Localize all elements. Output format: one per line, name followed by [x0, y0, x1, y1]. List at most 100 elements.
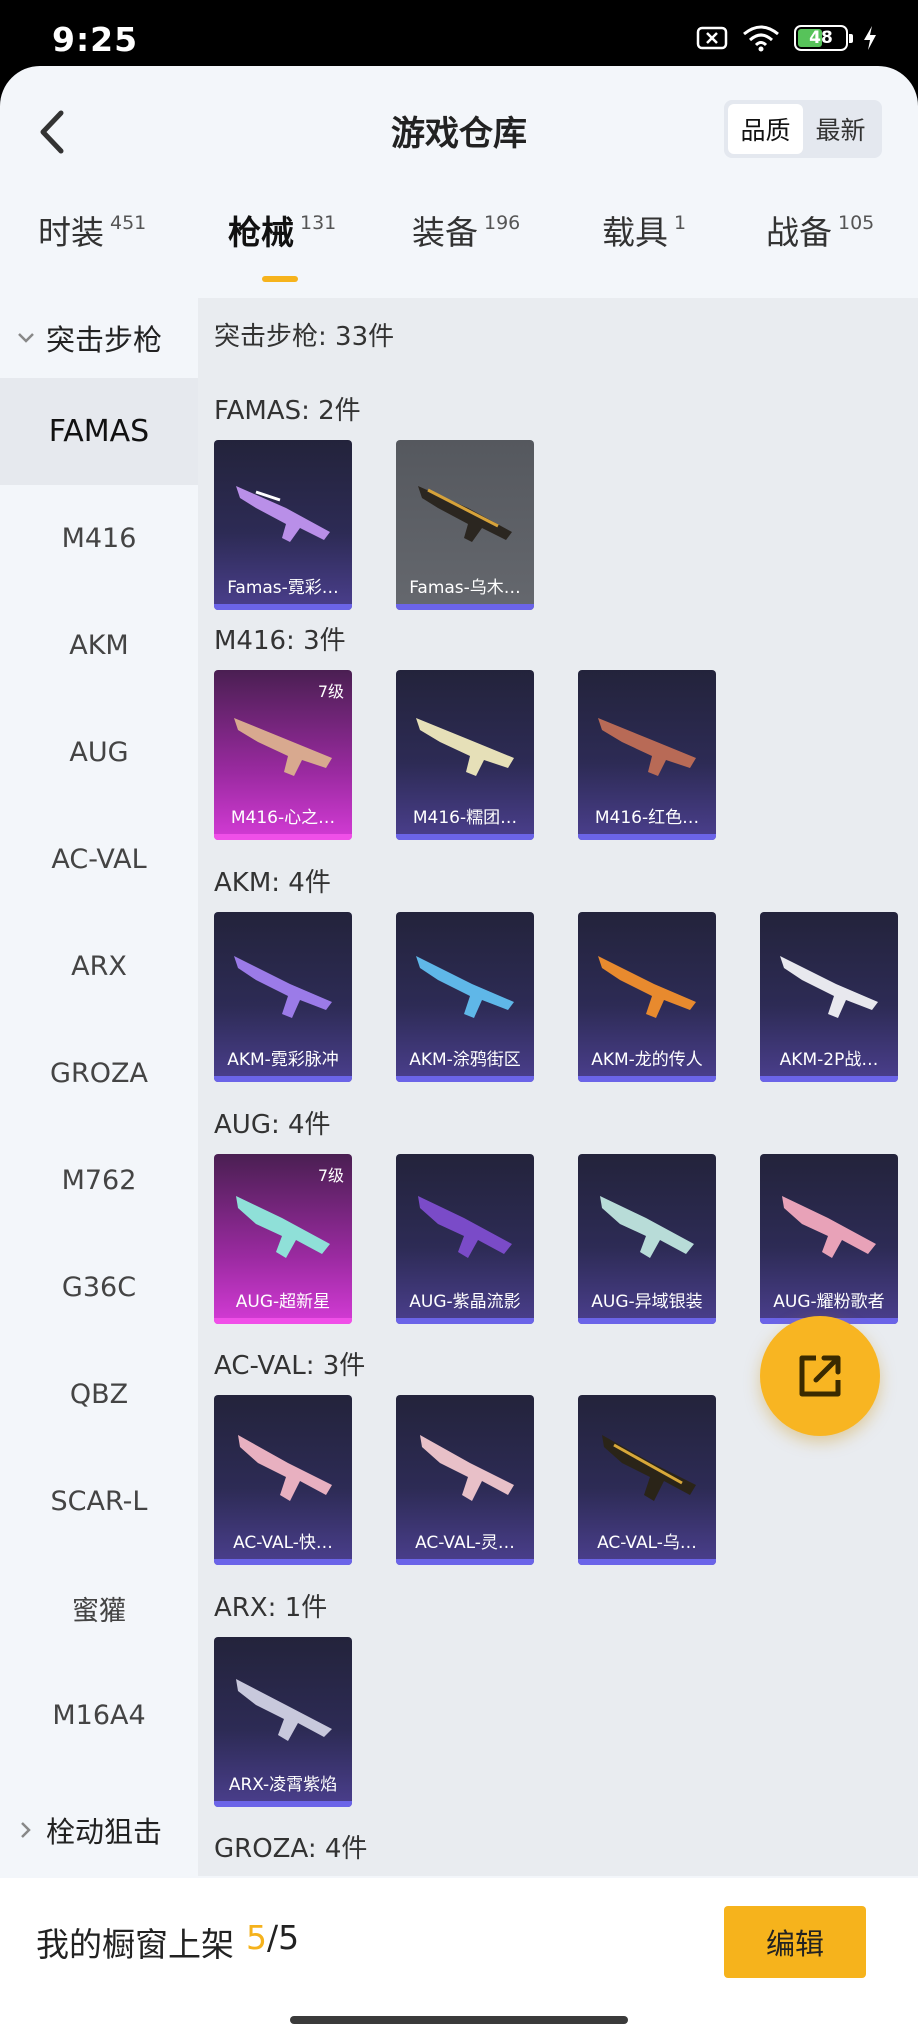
back-button[interactable] — [22, 102, 82, 162]
section-title: AC-VAL: 3件 — [214, 1351, 366, 1381]
system-icons: 48 — [696, 24, 878, 52]
sort-by-quality[interactable]: 品质 — [728, 104, 803, 154]
tab-guns[interactable]: 枪械 131 — [228, 206, 336, 296]
rifle-skin-image — [236, 1679, 332, 1741]
tab-equipment[interactable]: 装备 196 — [412, 206, 520, 296]
edit-button[interactable]: 编辑 — [724, 1906, 866, 1978]
tab-label: 装备 — [412, 213, 478, 252]
rarity-bar — [578, 1318, 716, 1324]
weapon-card-name: AUG-超新星 — [235, 1292, 331, 1312]
chevron-right-icon — [21, 1822, 31, 1838]
sidebar-item-arx[interactable]: ARX — [0, 913, 198, 1020]
sidebar-item-m16a4[interactable]: M16A4 — [0, 1662, 198, 1769]
sort-toggle: 品质 最新 — [724, 100, 882, 158]
rarity-bar — [578, 1076, 716, 1082]
showcase-status: 我的橱窗上架 5 /5 — [36, 1918, 299, 1966]
rifle-skin-image — [416, 956, 514, 1018]
rarity-bar — [760, 1076, 898, 1082]
weapon-card[interactable]: AKM-龙的传人 — [578, 912, 716, 1082]
weapon-card-name: AC-VAL-快… — [233, 1533, 333, 1553]
tab-battle-gear[interactable]: 战备 105 — [766, 206, 874, 296]
tab-count: 1 — [674, 212, 687, 234]
section-title: ARX: 1件 — [214, 1593, 328, 1623]
weapon-card[interactable]: AUG-紫晶流影 — [396, 1154, 534, 1324]
weapon-card[interactable]: AKM-涂鸦街区 — [396, 912, 534, 1082]
weapon-card[interactable]: M416-红色… — [578, 670, 716, 840]
battery-level: 48 — [809, 28, 833, 48]
share-button[interactable] — [760, 1316, 880, 1436]
sidebar-item-m416[interactable]: M416 — [0, 485, 198, 592]
weapon-card[interactable]: ARX-凌霄紫焰 — [214, 1637, 352, 1807]
rifle-skin-image — [780, 956, 878, 1018]
sidebar-item-groza[interactable]: GROZA — [0, 1020, 198, 1127]
rifle-skin-image — [420, 1435, 514, 1501]
tab-label: 时装 — [38, 213, 104, 252]
weapon-card-name: M416-糯团… — [412, 808, 518, 828]
weapon-card[interactable]: 7级 AUG-超新星 — [214, 1154, 352, 1324]
sidebar-item-akm[interactable]: AKM — [0, 592, 198, 699]
section-title: AKM: 4件 — [214, 868, 331, 898]
tab-label: 枪械 — [228, 213, 294, 252]
sort-by-newest[interactable]: 最新 — [803, 104, 878, 154]
weapon-card-name: AKM-2P战… — [779, 1050, 879, 1070]
rifle-skin-image — [236, 486, 330, 542]
tab-label: 战备 — [766, 213, 832, 252]
rarity-bar — [396, 1076, 534, 1082]
weapon-card[interactable]: 7级 M416-心之… — [214, 670, 352, 840]
weapon-card[interactable]: AC-VAL-乌… — [578, 1395, 716, 1565]
tab-count: 105 — [838, 212, 875, 234]
rifle-skin-image — [598, 956, 696, 1018]
sidebar-item-scar-l[interactable]: SCAR-L — [0, 1448, 198, 1555]
tab-vehicles[interactable]: 载具 1 — [602, 206, 686, 296]
back-arrow-icon — [40, 110, 64, 154]
category-tabs: 时装 451 枪械 131 装备 196 载具 1 战备 105 — [0, 206, 918, 296]
category-label: 栓动狙击 — [46, 1815, 163, 1849]
weapon-card-name: AC-VAL-灵… — [415, 1533, 515, 1553]
rifle-skin-image — [782, 1196, 876, 1258]
sidebar-item-m762[interactable]: M762 — [0, 1127, 198, 1234]
weapon-card-name: M416-红色… — [594, 808, 700, 828]
weapon-card-name: AUG-异域银装 — [591, 1292, 703, 1312]
weapon-sidebar: 突击步枪 FAMAS M416 AKM AUG AC-VAL ARX GROZA… — [0, 298, 198, 1876]
weapon-card[interactable]: AKM-2P战… — [760, 912, 898, 1082]
weapon-card-name: AKM-龙的传人 — [591, 1050, 703, 1070]
weapon-card[interactable]: AC-VAL-快… — [214, 1395, 352, 1565]
sidebar-item-qbz[interactable]: QBZ — [0, 1341, 198, 1448]
rarity-bar — [396, 834, 534, 840]
rifle-skin-image — [418, 486, 512, 542]
weapon-card-name: AC-VAL-乌… — [597, 1533, 697, 1553]
home-indicator[interactable] — [290, 2016, 628, 2024]
rifle-skin-image — [236, 1196, 330, 1258]
weapon-card[interactable]: Famas-霓彩… — [214, 440, 352, 610]
category-summary: 突击步枪: 33件 — [214, 322, 395, 352]
rarity-bar — [578, 1559, 716, 1565]
rarity-bar — [214, 1076, 352, 1082]
category-assault-rifles[interactable]: 突击步枪 — [0, 298, 198, 378]
active-tab-indicator — [262, 276, 298, 282]
rarity-bar — [396, 1559, 534, 1565]
tab-count: 451 — [110, 212, 147, 234]
sidebar-item-g36c[interactable]: G36C — [0, 1234, 198, 1341]
rifle-skin-image — [416, 718, 514, 776]
sidebar-item-aug[interactable]: AUG — [0, 699, 198, 806]
weapon-grid: 突击步枪: 33件 FAMAS: 2件 Famas-霓彩… Famas-乌木… … — [198, 298, 918, 1876]
section-title: AUG: 4件 — [214, 1110, 331, 1140]
tab-label: 载具 — [602, 213, 668, 252]
sidebar-item-ac-val[interactable]: AC-VAL — [0, 806, 198, 913]
weapon-card-name: AKM-霓彩脉冲 — [227, 1050, 339, 1070]
weapon-card[interactable]: AUG-异域银装 — [578, 1154, 716, 1324]
weapon-card[interactable]: AC-VAL-灵… — [396, 1395, 534, 1565]
weapon-card[interactable]: M416-糯团… — [396, 670, 534, 840]
weapon-card-name: AUG-紫晶流影 — [409, 1292, 521, 1312]
weapon-card[interactable]: Famas-乌木… — [396, 440, 534, 610]
tab-fashion[interactable]: 时装 451 — [38, 206, 146, 296]
weapon-card[interactable]: AKM-霓彩脉冲 — [214, 912, 352, 1082]
chevron-down-icon — [18, 333, 34, 343]
category-bolt-snipers[interactable]: 栓动狙击 — [0, 1790, 198, 1870]
status-time: 9:25 — [52, 20, 139, 59]
showcase-total-count: /5 — [267, 1918, 300, 1957]
sidebar-item-famas[interactable]: FAMAS — [0, 378, 198, 485]
weapon-card[interactable]: AUG-耀粉歌者 — [760, 1154, 898, 1324]
rarity-bar — [214, 604, 352, 610]
sidebar-item-honey-badger[interactable]: 蜜獾 — [0, 1555, 198, 1662]
